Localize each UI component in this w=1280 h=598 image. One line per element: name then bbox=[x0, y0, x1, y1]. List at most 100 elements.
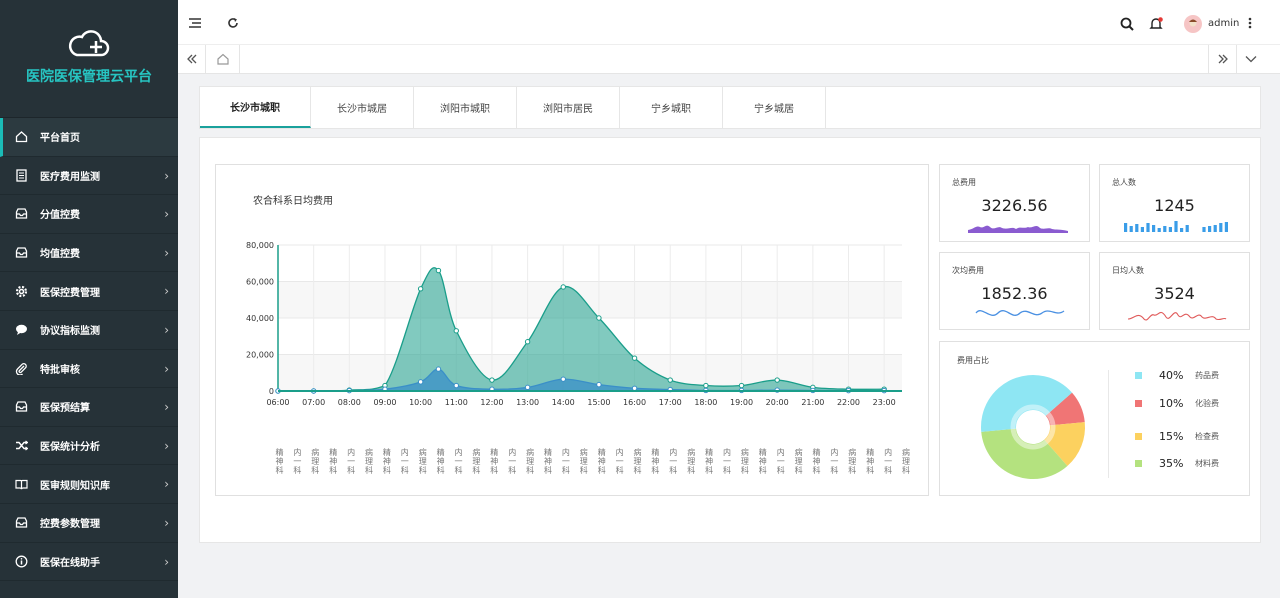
area-chart: 06:00 07:00 08:00 09:00 10:00 11:00 12:00 13:00… bbox=[246, 241, 902, 407]
category-label: 内一科 bbox=[723, 448, 731, 475]
sparkline-bar bbox=[1219, 223, 1223, 232]
category-label: 病理科 bbox=[311, 448, 320, 475]
sparkline-bar bbox=[1202, 227, 1206, 232]
sidebar-item-label: 协议指标监测 bbox=[40, 326, 100, 338]
menu-toggle-icon[interactable] bbox=[188, 16, 202, 30]
category-label: 精神科 bbox=[436, 448, 445, 475]
stat-label: 日均人数 bbox=[1112, 266, 1144, 275]
data-point bbox=[560, 376, 566, 382]
refresh-icon[interactable] bbox=[226, 16, 240, 30]
legend-label: 材料费 bbox=[1195, 458, 1219, 468]
sidebar-item-label: 医保在线助手 bbox=[40, 557, 100, 569]
chevron-down-icon[interactable] bbox=[1236, 45, 1264, 73]
x-tick-label: 10:00 bbox=[409, 398, 432, 407]
paperclip-icon bbox=[15, 362, 28, 375]
category-label: 内一科 bbox=[615, 448, 624, 475]
category-label: 病理科 bbox=[472, 448, 481, 475]
sidebar-item[interactable]: 医保统计分析 › bbox=[0, 427, 178, 466]
x-tick-label: 11:00 bbox=[445, 398, 468, 407]
legend-item: 10% 化验费 bbox=[1135, 396, 1245, 410]
chevron-right-icon: › bbox=[164, 438, 169, 453]
inbox-icon bbox=[15, 246, 28, 259]
stat-value: 3226.56 bbox=[981, 196, 1048, 215]
sidebar-item-label: 医疗费用监测 bbox=[40, 171, 100, 183]
data-point bbox=[435, 366, 442, 372]
category-label: 内一科 bbox=[830, 448, 839, 475]
scroll-right-icon[interactable] bbox=[1208, 45, 1236, 73]
region-tab[interactable]: 长沙市城职 bbox=[200, 87, 311, 128]
category-label: 精神科 bbox=[544, 448, 552, 475]
sidebar-item[interactable]: 医疗费用监测 › bbox=[0, 157, 178, 196]
area-chart-card: 农合科系日均费用 06:00 07:00 08:00 09:00 10:00 11:00 1… bbox=[215, 164, 929, 496]
data-point bbox=[774, 377, 780, 383]
x-tick-label: 18:00 bbox=[694, 398, 717, 407]
sparkline-bar bbox=[1157, 228, 1161, 232]
x-tick-label: 08:00 bbox=[338, 398, 361, 407]
username[interactable]: admin bbox=[1208, 18, 1239, 29]
category-label: 病理科 bbox=[633, 448, 642, 475]
sidebar-item[interactable]: 特批审核 › bbox=[0, 350, 178, 389]
legend-item: 35% 材料费 bbox=[1135, 456, 1245, 470]
sidebar-item-label: 医保统计分析 bbox=[40, 442, 100, 454]
more-vertical-icon[interactable] bbox=[1246, 16, 1254, 30]
sparkline-bar bbox=[1208, 226, 1212, 232]
pie-title: 费用占比 bbox=[957, 356, 989, 365]
x-tick-label: 19:00 bbox=[730, 398, 753, 407]
avatar[interactable] bbox=[1184, 15, 1202, 33]
sidebar-item[interactable]: 医保控费管理 › bbox=[0, 272, 178, 311]
page-tab-bar bbox=[178, 45, 1280, 74]
y-tick-label: 40,000 bbox=[246, 314, 274, 323]
category-label: 精神科 bbox=[758, 448, 767, 475]
chevron-right-icon: › bbox=[164, 322, 169, 337]
sidebar-item[interactable]: 分值控费 › bbox=[0, 195, 178, 234]
chevron-right-icon: › bbox=[164, 284, 169, 299]
sidebar-item[interactable]: 平台首页 bbox=[0, 118, 178, 157]
y-tick-label: 80,000 bbox=[246, 241, 274, 250]
search-icon[interactable] bbox=[1119, 16, 1135, 32]
cost-ratio-card: 费用占比 40% 药品费 10% 化验费 15% 检查费 35% 材料费 bbox=[939, 341, 1250, 496]
category-label: 病理科 bbox=[902, 448, 910, 475]
region-tab[interactable]: 浏阳市城职 bbox=[414, 87, 517, 128]
sidebar-item[interactable]: 均值控费 › bbox=[0, 234, 178, 273]
home-tab-icon[interactable] bbox=[206, 45, 240, 73]
category-label: 精神科 bbox=[382, 448, 391, 475]
sidebar-item[interactable]: 控费参数管理 › bbox=[0, 504, 178, 543]
category-label: 精神科 bbox=[866, 448, 875, 475]
sidebar-item[interactable]: 医保预结算 › bbox=[0, 388, 178, 427]
y-tick-label: 20,000 bbox=[246, 351, 274, 360]
notification-bell-icon[interactable] bbox=[1148, 16, 1164, 32]
sidebar-item[interactable]: 医保在线助手 › bbox=[0, 543, 178, 582]
chevron-right-icon: › bbox=[164, 515, 169, 530]
info-icon bbox=[15, 555, 28, 568]
x-tick-label: 09:00 bbox=[373, 398, 396, 407]
sparkline-bar bbox=[1146, 223, 1150, 232]
data-point bbox=[435, 267, 442, 274]
stat-value: 1245 bbox=[1154, 196, 1195, 215]
category-label: 精神科 bbox=[597, 448, 606, 475]
chevron-right-icon: › bbox=[164, 207, 169, 222]
category-label: 病理科 bbox=[579, 448, 588, 475]
document-icon bbox=[15, 169, 28, 182]
sparkline-bar bbox=[1163, 226, 1167, 232]
legend-item: 40% 药品费 bbox=[1135, 368, 1245, 382]
region-tab[interactable]: 宁乡城职 bbox=[620, 87, 723, 128]
scroll-left-icon[interactable] bbox=[178, 45, 206, 73]
sparkline-bar bbox=[1180, 228, 1184, 232]
data-point bbox=[596, 315, 602, 321]
sidebar-item-label: 控费参数管理 bbox=[40, 519, 100, 531]
x-tick-label: 14:00 bbox=[552, 398, 575, 407]
legend-percent: 40% bbox=[1159, 368, 1184, 382]
category-label: 病理科 bbox=[848, 448, 857, 475]
sidebar-item[interactable]: 医审规则知识库 › bbox=[0, 465, 178, 504]
legend-label: 药品费 bbox=[1195, 370, 1219, 380]
category-label: 内一科 bbox=[454, 448, 463, 475]
category-label: 内一科 bbox=[776, 448, 785, 475]
data-point bbox=[524, 339, 531, 345]
gear-icon bbox=[15, 285, 28, 298]
x-tick-label: 13:00 bbox=[516, 398, 539, 407]
data-point bbox=[703, 382, 709, 389]
region-tab[interactable]: 浏阳市居民 bbox=[517, 87, 620, 128]
region-tab[interactable]: 宁乡城居 bbox=[723, 87, 826, 128]
region-tab[interactable]: 长沙市城居 bbox=[311, 87, 414, 128]
sidebar-item[interactable]: 协议指标监测 › bbox=[0, 311, 178, 350]
